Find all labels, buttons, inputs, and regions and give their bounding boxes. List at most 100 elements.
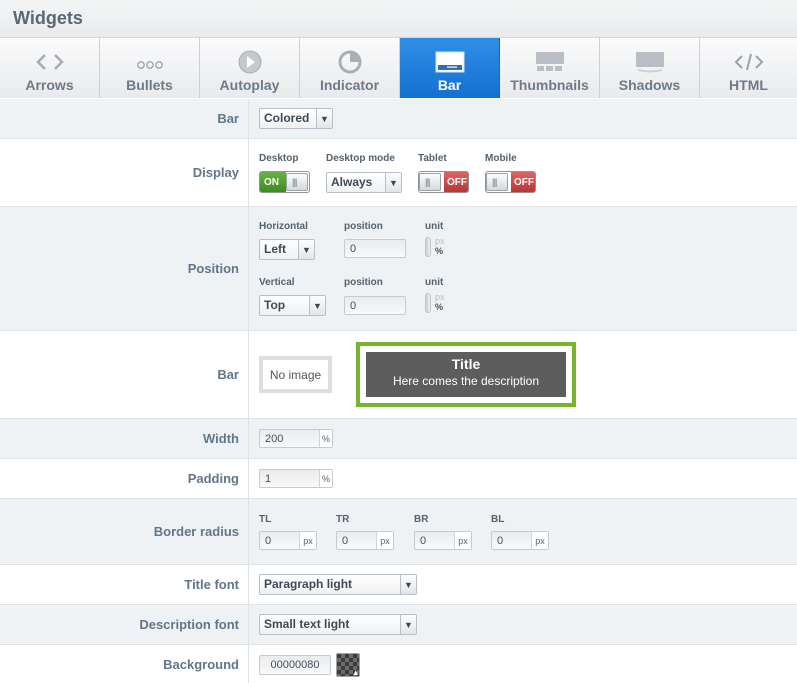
select-value: Always [331,175,373,189]
vertical-position-input[interactable]: 0 [344,296,406,315]
width-unit: % [319,430,332,447]
title-font-select[interactable]: Paragraph light ▼ [259,574,417,595]
row-label: Background [0,645,249,683]
chevron-down-icon: ▼ [400,615,416,634]
radius-bl-input[interactable]: 0 px [491,531,549,550]
tab-arrows[interactable]: Arrows [0,38,100,98]
bar-type-select[interactable]: Colored ▼ [259,108,333,129]
unit-percent-option: % [435,302,444,312]
shadows-icon [600,50,699,74]
bar-icon [400,50,499,74]
select-value: Paragraph light [264,577,353,591]
horizontal-position-label: position [344,221,383,232]
mobile-label: Mobile [485,153,517,164]
radius-br-input[interactable]: 0 px [414,531,472,550]
radius-value: 0 [420,535,427,547]
indicator-icon [300,50,399,74]
desktop-toggle[interactable]: ON [259,171,310,193]
unit-switch-track [425,237,431,257]
bullets-icon [100,50,199,74]
radius-unit: px [299,532,316,549]
chevron-down-icon: ▼ [385,173,401,192]
tab-thumbnails[interactable]: Thumbnails [500,38,600,98]
preview-description: Here comes the description [392,374,540,388]
tab-autoplay[interactable]: Autoplay [200,38,300,98]
select-value: Colored [264,111,310,125]
tab-label: Thumbnails [510,77,589,93]
vertical-label: Vertical [259,277,295,288]
desktop-label: Desktop [259,153,299,164]
tab-label: HTML [729,77,768,93]
row-background: Background [0,645,797,683]
toggle-knob [419,173,441,191]
no-image-thumbnail[interactable]: No image [259,356,332,393]
horizontal-label: Horizontal [259,221,308,232]
vertical-unit-switch[interactable]: px % [425,292,447,314]
bar-preview-box: Title Here comes the description [366,352,566,397]
row-label: Border radius [0,499,249,564]
tab-label: Bar [437,77,462,93]
padding-value: 1 [265,473,272,485]
toggle-state: OFF [444,172,468,192]
row-bar-type: Bar [0,99,797,139]
row-padding: Padding [0,459,797,499]
tab-label: Shadows [618,77,681,93]
radius-value: 0 [497,535,504,547]
tab-label: Autoplay [219,77,280,93]
chevron-down-icon: ▼ [316,109,332,128]
horizontal-unit-label: unit [425,221,444,232]
row-label: Bar [0,99,249,138]
radius-tr-input[interactable]: 0 px [336,531,394,550]
mobile-toggle[interactable]: OFF [485,171,536,193]
radius-unit: px [376,532,393,549]
tab-label: Arrows [25,77,74,93]
unit-switch-track [425,293,431,313]
row-label: Bar [0,331,249,418]
tab-shadows[interactable]: Shadows [600,38,700,98]
unit-percent-option: % [435,246,444,256]
vertical-position-label: position [344,277,383,288]
desktop-mode-select[interactable]: Always ▼ [326,172,402,193]
width-value: 200 [265,433,284,445]
toggle-state: ON [260,172,286,192]
width-input[interactable]: 200 % [259,429,333,448]
radius-value: 0 [265,535,272,547]
horizontal-align-select[interactable]: Left ▼ [259,239,315,260]
chevron-down-icon: ▼ [400,575,416,594]
row-label: Title font [0,565,249,604]
color-picker-icon[interactable] [336,653,360,678]
tr-label: TR [336,514,350,525]
padding-input[interactable]: 1 % [259,469,333,488]
widget-tabs: Arrows Bullets Autoplay Indicator Bar Th… [0,38,797,98]
row-label: Description font [0,605,249,644]
row-label: Width [0,419,249,458]
tab-bullets[interactable]: Bullets [100,38,200,98]
horizontal-unit-switch[interactable]: px % [425,236,447,258]
panel-title: Widgets [13,8,83,28]
desktop-mode-label: Desktop mode [326,153,395,164]
bar-style-preview[interactable]: Title Here comes the description [356,342,576,407]
tl-label: TL [259,514,272,525]
thumbnails-icon [500,50,599,74]
tab-indicator[interactable]: Indicator [300,38,400,98]
select-value: Top [264,298,286,312]
row-label: Display [0,139,249,206]
tablet-toggle[interactable]: OFF [418,171,469,193]
preview-title: Title [451,356,481,372]
vertical-align-select[interactable]: Top ▼ [259,295,326,316]
toggle-knob [286,173,308,191]
radius-value: 0 [342,535,349,547]
unit-px-option: px [435,292,445,302]
tablet-label: Tablet [418,153,447,164]
radius-tl-input[interactable]: 0 px [259,531,317,550]
horizontal-position-input[interactable]: 0 [344,239,406,258]
row-border-radius: Border radius [0,499,797,565]
br-label: BR [414,514,429,525]
chevron-down-icon: ▼ [298,240,314,259]
tab-label: Bullets [126,77,173,93]
tab-html[interactable]: HTML [700,38,797,98]
vertical-unit-label: unit [425,277,444,288]
tab-bar[interactable]: Bar [400,38,500,98]
background-color-input[interactable]: 00000080 [259,655,331,675]
description-font-select[interactable]: Small text light ▼ [259,614,417,635]
